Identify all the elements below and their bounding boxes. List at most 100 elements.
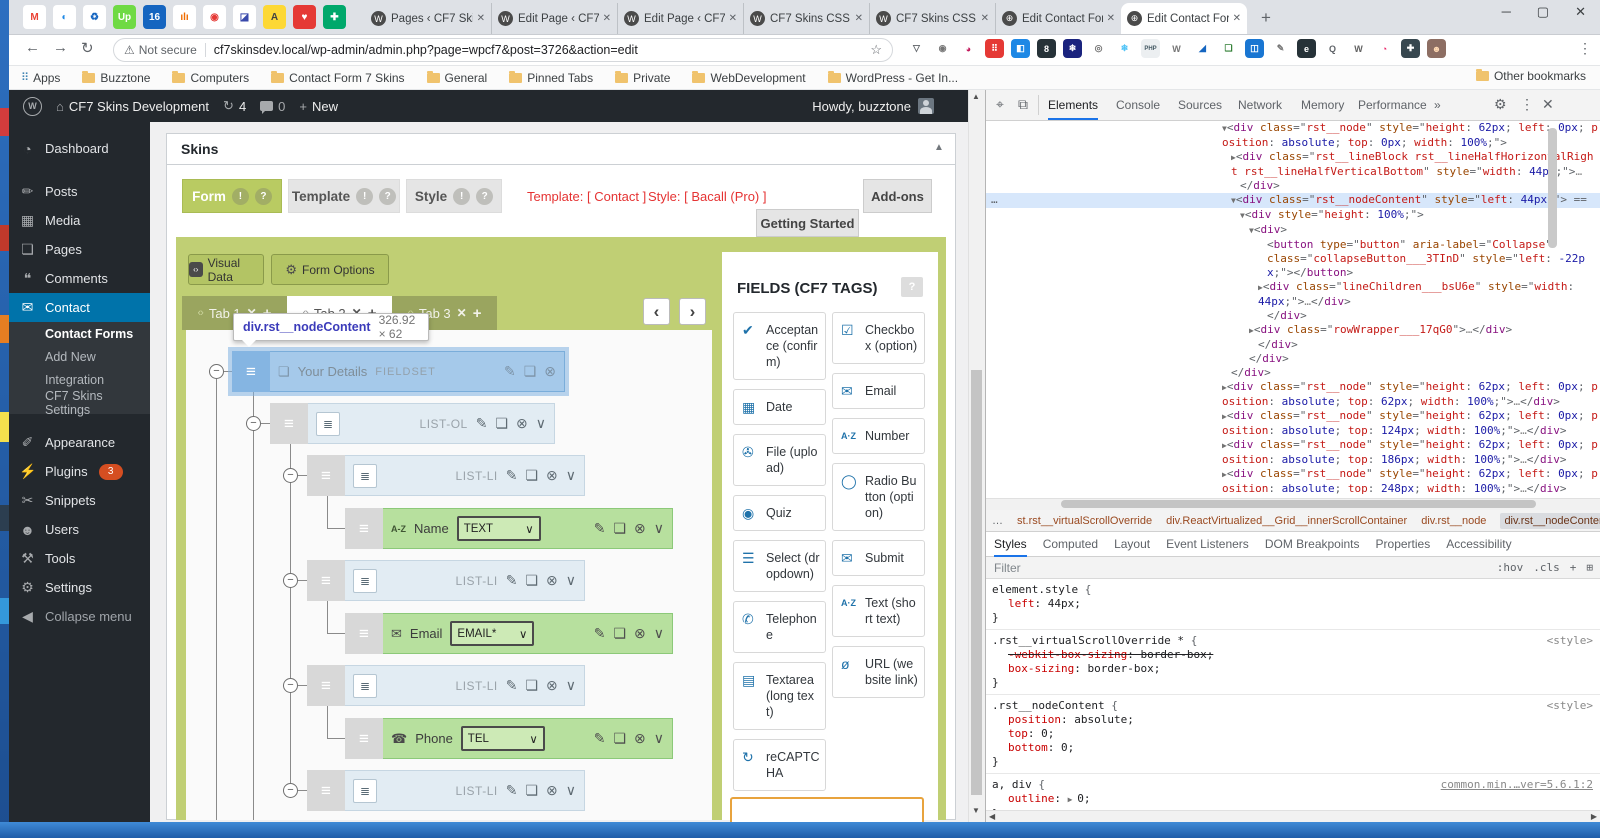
sidebar-item-posts[interactable]: ✏ Posts	[9, 177, 150, 206]
other-bookmarks[interactable]: Other bookmarks	[1475, 69, 1586, 83]
css-property[interactable]: left: 44px;	[992, 597, 1595, 611]
chevron-down-icon[interactable]: ∨	[654, 730, 664, 747]
filter-control[interactable]: +	[1570, 561, 1577, 574]
chevron-down-icon[interactable]: ∨	[566, 467, 576, 484]
pinned-tab-favicon[interactable]: ♥	[293, 5, 316, 29]
breadcrumb-item[interactable]: div.ReactVirtualized__Grid__innerScrollC…	[1166, 515, 1407, 527]
gutter-menu-icon[interactable]: …	[991, 193, 998, 207]
dom-node-line[interactable]: osition: absolute; top: 124px; width: 10…	[986, 424, 1600, 438]
node-content[interactable]: ≣ LIST-LI ✎ ❏ ⊗ ∨	[345, 770, 585, 811]
pinned-tab-favicon[interactable]: ◉	[203, 5, 226, 29]
node-content[interactable]: ≣ LIST-LI ✎ ❏ ⊗ ∨	[345, 560, 585, 601]
field-button-url[interactable]: ø URL (website link)	[832, 646, 925, 698]
edit-icon[interactable]: ✎	[594, 625, 606, 642]
tab-close-icon[interactable]: ✕	[1233, 13, 1241, 24]
page-scrollbar-thumb[interactable]	[971, 370, 982, 795]
extension-icon[interactable]: ◎	[1089, 39, 1108, 58]
chevron-down-icon[interactable]: ∨	[566, 782, 576, 799]
node-content[interactable]: ≣ LIST-LI ✎ ❏ ⊗ ∨	[345, 665, 585, 706]
wp-logo[interactable]: W	[23, 96, 42, 116]
sidebar-item-collapse-menu[interactable]: ◀ Collapse menu	[9, 602, 150, 631]
scroll-up-icon[interactable]: ▲	[972, 92, 980, 101]
dom-node-line[interactable]: t rst__lineHalfVerticalBottom" style="wi…	[986, 165, 1600, 179]
dom-node-line[interactable]: ▶<div class="rst__lineBlock rst__lineHal…	[986, 150, 1600, 165]
styles-tab-properties[interactable]: Properties	[1376, 532, 1431, 557]
sidebar-item-pages[interactable]: ❏ Pages	[9, 235, 150, 264]
devtools-menu-icon[interactable]: ⋮	[1520, 96, 1534, 113]
styles-tab-dom-breakpoints[interactable]: DOM Breakpoints	[1265, 532, 1360, 557]
drag-handle[interactable]: ≡	[307, 770, 345, 811]
tab-close-icon[interactable]: ✕	[457, 306, 467, 320]
edit-icon[interactable]: ✎	[504, 363, 516, 380]
breadcrumb-item[interactable]: …	[992, 515, 1003, 527]
dom-node-line[interactable]: </div>	[986, 338, 1600, 352]
chevron-down-icon[interactable]: ∨	[536, 415, 546, 432]
duplicate-icon[interactable]: ❏	[524, 363, 537, 380]
css-rule[interactable]: .rst__nodeContent {<style> position: abso…	[986, 695, 1600, 774]
extension-icon[interactable]: ✚	[1401, 39, 1420, 58]
dom-node-line[interactable]: </div>	[986, 179, 1600, 193]
extension-icon[interactable]: ⠿	[985, 39, 1004, 58]
apps-shortcut[interactable]: ⠿ Apps	[21, 71, 60, 85]
chevron-down-icon[interactable]: ∨	[566, 572, 576, 589]
edit-icon[interactable]: ✎	[594, 730, 606, 747]
remove-icon[interactable]: ⊗	[546, 572, 558, 589]
dom-node-line[interactable]: … ▼<div class="rst__nodeContent" style="l…	[986, 193, 1600, 208]
browser-tab[interactable]: ⊕ Edit Contact Form ‹ ✕	[1121, 3, 1247, 34]
css-rule[interactable]: a, div {common.min.…ver=5.6.1:2 outline: …	[986, 774, 1600, 810]
extension-icon[interactable]: ◕	[959, 39, 978, 58]
extension-icon[interactable]: ❄	[1063, 39, 1082, 58]
duplicate-icon[interactable]: ❏	[525, 467, 538, 484]
tab-close-icon[interactable]: ✕	[477, 13, 485, 24]
bookmark-item[interactable]: Buzztone	[82, 70, 150, 85]
tree-collapse-toggle[interactable]: −	[283, 573, 298, 588]
extension-icon[interactable]: ❏	[1219, 39, 1238, 58]
remove-icon[interactable]: ⊗	[634, 520, 646, 537]
css-property[interactable]: -webkit-box-sizing: border-box;	[992, 648, 1595, 662]
extension-icon[interactable]: ◔	[1375, 39, 1394, 58]
field-button-file[interactable]: ✇ File (upload)	[733, 434, 826, 486]
styles-tab-event-listeners[interactable]: Event Listeners	[1166, 532, 1249, 557]
tab-close-icon[interactable]: ✕	[855, 13, 863, 24]
node-content[interactable]: ❏ Your Details FIELDSET ✎ ❏ ⊗	[270, 351, 565, 392]
sidebar-item-comments[interactable]: ❝ Comments	[9, 264, 150, 293]
edit-icon[interactable]: ✎	[506, 677, 518, 694]
pinned-tab-favicon[interactable]: Up	[113, 5, 136, 29]
tab-close-icon[interactable]: ✕	[981, 13, 989, 24]
rule-source-link[interactable]: common.min.…ver=5.6.1:2	[1441, 778, 1593, 792]
reload-button[interactable]: ↻	[81, 39, 94, 57]
browser-tab[interactable]: W Edit Page ‹ CF7 Skin ✕	[491, 3, 617, 34]
styles-filter-input[interactable]: Filter	[994, 561, 1487, 575]
dom-node-line[interactable]: ▼<div style="height: 100%;">	[986, 208, 1600, 223]
chevron-down-icon[interactable]: ∨	[654, 625, 664, 642]
drag-handle[interactable]: ≡	[345, 613, 383, 654]
sidebar-item-snippets[interactable]: ✂ Snippets	[9, 486, 150, 515]
bookmark-star-icon[interactable]: ☆	[870, 42, 882, 58]
bookmark-item[interactable]: Private	[615, 70, 670, 85]
devtools-tab-network[interactable]: Network	[1238, 90, 1282, 120]
url-text[interactable]: cf7skinsdev.local/wp-admin/admin.php?pag…	[214, 43, 865, 57]
device-toolbar-icon[interactable]: ⧉	[1018, 96, 1028, 113]
inspect-element-icon[interactable]: ⌖	[996, 96, 1004, 113]
extension-icon[interactable]: e	[1297, 39, 1316, 58]
styles-tab-layout[interactable]: Layout	[1114, 532, 1150, 557]
list-type-icon[interactable]: ≣	[353, 778, 377, 803]
edit-icon[interactable]: ✎	[506, 782, 518, 799]
extension-icon[interactable]: 8	[1037, 39, 1056, 58]
field-button-email[interactable]: ✉ Email	[832, 373, 925, 409]
field-type-select[interactable]: EMAIL* ∨	[450, 621, 535, 646]
form-options-button[interactable]: ⚙ Form Options	[271, 254, 389, 285]
dom-node-line[interactable]: x;"></button>	[986, 266, 1600, 280]
field-button-radio[interactable]: ◯ Radio Button (option)	[832, 463, 925, 531]
close-button[interactable]: ✕	[1575, 4, 1586, 20]
fields-help-button[interactable]: ?	[901, 277, 923, 297]
node-content[interactable]: ☎ Phone TEL ∨ ✎ ❏ ⊗ ∨	[383, 718, 673, 759]
dom-node-line[interactable]: osition: absolute; top: 186px; width: 10…	[986, 453, 1600, 467]
dom-node-line[interactable]: ▶<div class="rst__node" style="height: 6…	[986, 467, 1600, 482]
extension-icon[interactable]: ◢	[1193, 39, 1212, 58]
dom-node-line[interactable]: ▶<div class="rowWrapper___17qG0">…</div>	[986, 323, 1600, 338]
field-button-quiz[interactable]: ◉ Quiz	[733, 495, 826, 531]
edit-icon[interactable]: ✎	[476, 415, 488, 432]
sidebar-subitem-contact-forms[interactable]: Contact Forms	[9, 322, 150, 345]
devtools-tab-console[interactable]: Console	[1116, 90, 1160, 120]
